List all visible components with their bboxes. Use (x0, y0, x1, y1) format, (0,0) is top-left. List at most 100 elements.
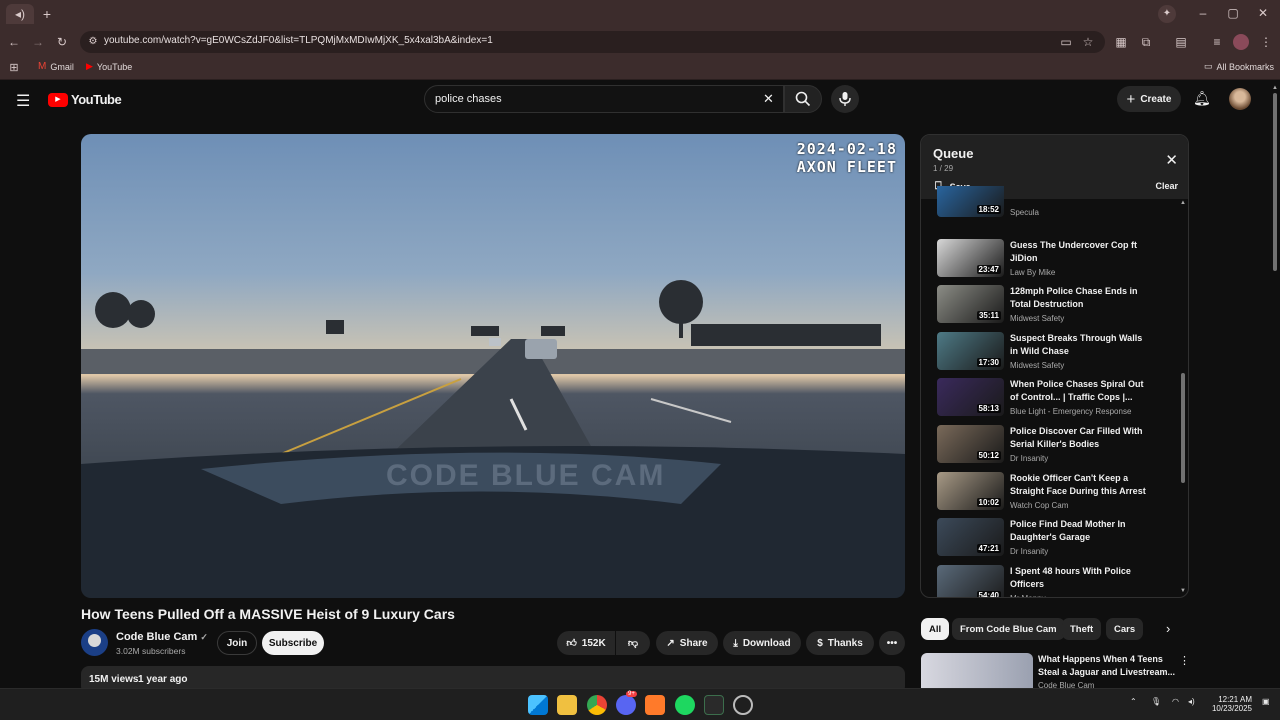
user-avatar[interactable] (1229, 88, 1251, 110)
scrollbar-thumb[interactable] (1273, 93, 1277, 271)
queue-item[interactable]: 17:30 Suspect Breaks Through Walls in Wil… (937, 331, 1177, 374)
browser-tab-strip: ◂) + ✦ – ▢ ✕ (0, 0, 1280, 28)
queue-scrollbar-thumb[interactable] (1181, 373, 1185, 483)
url-text: youtube.com/watch?v=gE0WCsZdJF0&list=TLP… (104, 35, 493, 46)
upload-age: 1 year ago (138, 674, 188, 685)
bookmark-youtube[interactable]: ▶ YouTube (86, 61, 132, 72)
recommended-title[interactable]: What Happens When 4 Teens Steal a Jaguar… (1038, 653, 1178, 679)
clock[interactable]: 12:21 AM 10/23/2025 (1208, 695, 1252, 713)
discord-icon[interactable]: 9+ (616, 691, 637, 715)
verified-check-icon: ✓ (200, 632, 208, 642)
settings-gear-icon[interactable] (733, 695, 753, 715)
search-button[interactable] (784, 85, 822, 113)
queue-item-duration: 10:02 (976, 497, 1001, 507)
subscribe-button[interactable]: Subscribe (262, 631, 324, 655)
create-button[interactable]: + Create (1117, 86, 1181, 112)
join-button[interactable]: Join (217, 631, 257, 655)
back-icon[interactable]: ← (6, 34, 22, 50)
media-control-icon[interactable]: ≡ (1209, 34, 1225, 50)
wifi-icon[interactable]: ◠ (1172, 697, 1179, 706)
notifications-bell-icon[interactable]: 🔔︎ (1193, 90, 1211, 107)
channel-name-text: Code Blue Cam (116, 631, 198, 643)
video-watermark: CODE BLUE CAM (386, 459, 666, 492)
video-player[interactable]: 2024-02-18 AXON FLEET CODE BLUE CAM (81, 134, 905, 598)
subscribe-label: Subscribe (268, 637, 318, 649)
queue-item[interactable]: 35:11 128mph Police Chase Ends in Total D… (937, 285, 1177, 327)
install-app-icon[interactable]: ▭ (1058, 34, 1074, 50)
search-query: police chases (435, 93, 502, 105)
channel-avatar[interactable] (81, 629, 108, 656)
bookmark-gmail[interactable]: M Gmail (38, 61, 74, 72)
share-icon: ↗ (666, 637, 675, 649)
clear-search-icon[interactable]: ✕ (763, 91, 774, 107)
video-brand-overlay: AXON FLEET (796, 158, 897, 176)
minimize-icon[interactable]: – (1195, 5, 1211, 21)
new-tab-icon[interactable]: + (39, 6, 55, 22)
tray-overflow-icon[interactable]: ⌃ (1130, 697, 1137, 706)
microphone-tray-icon[interactable]: 🎙︎ (1151, 697, 1161, 706)
queue-item-thumbnail: 47:21 (937, 518, 1004, 557)
voice-search-button[interactable] (831, 85, 859, 113)
profile-icon[interactable] (1233, 34, 1249, 50)
queue-item[interactable]: 54:40 I Spent 48 hours With Police Office… (937, 564, 1177, 597)
chip-theft[interactable]: Theft (1062, 618, 1102, 640)
site-info-icon[interactable]: ⚙ (85, 34, 101, 50)
queue-panel: Queue 1 / 29 ⎕ Save Clear ✕ 18:52Detecti… (920, 134, 1189, 598)
active-tab[interactable]: ◂) (6, 4, 34, 24)
restore-icon[interactable]: ▢ (1225, 5, 1241, 21)
gemini-icon[interactable]: ✦ (1158, 5, 1176, 23)
extension-icon[interactable]: ▦ (1113, 34, 1129, 50)
browser-menu-icon[interactable]: ⋮ (1258, 34, 1274, 50)
close-queue-icon[interactable]: ✕ (1165, 151, 1178, 169)
thanks-button[interactable]: $ Thanks (806, 631, 874, 655)
chip-from-channel[interactable]: From Code Blue Cam (952, 618, 1065, 640)
search-input[interactable]: police chases ✕ (424, 85, 784, 113)
adobe-app-icon[interactable] (645, 695, 665, 715)
hamburger-menu-icon[interactable]: ☰ (16, 91, 30, 111)
search-icon (795, 91, 811, 107)
join-label: Join (226, 637, 248, 649)
download-icon: ⤓ (733, 637, 738, 649)
queue-item[interactable]: 10:02 Rookie Officer Can't Keep a Straigh… (937, 471, 1177, 514)
queue-item[interactable]: 50:12 Police Discover Car Filled With Ser… (937, 425, 1177, 467)
chip-all[interactable]: All (921, 618, 950, 640)
like-button[interactable]: 👍︎ 152K (557, 631, 615, 655)
channel-name[interactable]: Code Blue Cam ✓ (116, 631, 208, 643)
all-bookmarks[interactable]: ▭ All Bookmarks (1204, 61, 1274, 72)
volume-icon[interactable]: ◂) (1188, 697, 1195, 706)
address-bar[interactable]: ⚙ youtube.com/watch?v=gE0WCsZdJF0&list=T… (80, 31, 1105, 53)
share-label: Share (679, 637, 708, 649)
youtube-small-icon: ▶ (86, 61, 93, 71)
download-button[interactable]: ⤓ Download (723, 631, 801, 655)
recommended-thumbnail[interactable] (921, 653, 1033, 688)
chips-next-icon[interactable]: › (1166, 621, 1170, 636)
file-explorer-icon[interactable] (557, 695, 577, 715)
forward-icon[interactable]: → (30, 34, 46, 50)
youtube-play-icon: ▶ (48, 92, 68, 107)
scroll-up-arrow-icon[interactable]: ▲ (1272, 85, 1278, 91)
chip-cars[interactable]: Cars (1106, 618, 1144, 640)
page-scrollbar[interactable]: ▲ (1270, 81, 1280, 688)
share-button[interactable]: ↗ Share (656, 631, 718, 655)
extensions-puzzle-icon[interactable]: ⧉ (1138, 34, 1154, 50)
notification-center-icon[interactable]: ▣ (1262, 697, 1270, 706)
chrome-taskbar-icon[interactable] (587, 695, 607, 715)
queue-scroll-down-icon[interactable]: ▼ (1180, 588, 1186, 594)
queue-item[interactable]: 47:21 Police Find Dead Mother In Daughter… (937, 518, 1177, 560)
recommended-menu-icon[interactable]: ⋮ (1179, 654, 1190, 667)
youtube-logo[interactable]: ▶ YouTube (48, 92, 122, 107)
windows-start-icon[interactable] (528, 695, 548, 715)
queue-item[interactable]: 58:13 When Police Chases Spiral Out of Co… (937, 378, 1177, 420)
dislike-button[interactable]: 👎︎ (616, 631, 650, 655)
reload-icon[interactable]: ↻ (54, 34, 70, 50)
spotify-icon[interactable] (675, 695, 695, 715)
queue-item-thumbnail: 10:02 (937, 471, 1004, 510)
bookmark-star-icon[interactable]: ☆ (1080, 34, 1096, 50)
queue-item[interactable]: 23:47 Guess The Undercover Cop ft JiDion L… (937, 238, 1177, 281)
close-window-icon[interactable]: ✕ (1255, 5, 1271, 21)
tab-search-icon[interactable]: ▤ (1173, 34, 1189, 50)
apps-grid-icon[interactable]: ⊞ (6, 60, 22, 76)
queue-scroll-up-icon[interactable]: ▲ (1180, 200, 1186, 206)
excel-icon[interactable] (704, 695, 724, 715)
more-actions-button[interactable]: ••• (879, 631, 905, 655)
